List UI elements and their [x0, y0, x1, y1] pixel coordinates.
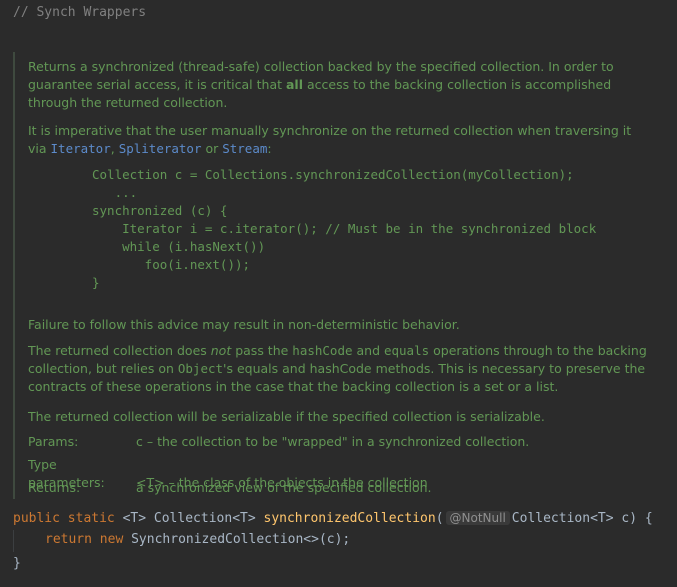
keyword-public: public: [13, 511, 60, 526]
code-line: ...: [92, 185, 138, 200]
code-line: Iterator i = c.iterator(); // Must be in…: [92, 221, 597, 236]
doc-tag-returns: Returns: a synchronized view of the speci…: [28, 479, 432, 497]
tag-value: c – the collection to be "wrapped" in a …: [136, 434, 530, 449]
code-line: synchronized (c) {: [92, 203, 228, 218]
code-line: foo(i.next());: [92, 257, 251, 272]
return-type-param: <T>: [232, 511, 256, 526]
doc-text: The returned collection does: [28, 343, 211, 358]
open-paren: (: [435, 511, 444, 526]
doc-paragraph-3: Failure to follow this advice may result…: [28, 317, 460, 332]
section-comment: // Synch Wrappers: [13, 5, 147, 20]
doc-paragraph-2: It is imperative that the user manually …: [28, 122, 648, 158]
doc-code-example: Collection c = Collections.synchronizedC…: [92, 166, 596, 292]
tag-value: a synchronized view of the specified col…: [136, 480, 432, 495]
method-name[interactable]: synchronizedCollection: [264, 511, 436, 526]
return-type[interactable]: Collection: [154, 511, 232, 526]
method-signature[interactable]: public static <T> Collection<T> synchron…: [13, 507, 653, 530]
doc-bold-all: all: [285, 77, 303, 92]
keyword-static: static: [67, 511, 115, 526]
code-line: Collection c = Collections.synchronizedC…: [92, 167, 574, 182]
doc-text: and: [352, 343, 384, 358]
doc-paragraph-4: The returned collection does not pass th…: [28, 342, 648, 396]
tag-label: Returns:: [28, 480, 81, 495]
type-parameter: <T>: [122, 511, 147, 526]
code-line: }: [92, 275, 100, 290]
doc-text: :: [267, 141, 272, 156]
keyword-return: return: [45, 532, 92, 547]
link-iterator[interactable]: Iterator: [51, 141, 111, 156]
link-spliterator[interactable]: Spliterator: [119, 141, 202, 156]
param-name: c) {: [613, 511, 653, 526]
doc-italic-not: not: [210, 343, 232, 358]
constructor-expression: SynchronizedCollection<>(c);: [131, 532, 351, 547]
doc-code-object: Object: [177, 361, 224, 376]
link-stream[interactable]: Stream: [222, 141, 267, 156]
return-statement[interactable]: return new SynchronizedCollection<>(c);: [45, 532, 350, 547]
code-line: while (i.hasNext()): [92, 239, 266, 254]
tag-label: Params:: [28, 434, 79, 449]
doc-tag-params: Params: c – the collection to be "wrapped…: [28, 433, 529, 451]
javadoc-rendered: Returns a synchronized (thread-safe) col…: [13, 52, 663, 499]
notnull-annotation-hint: @NotNull: [445, 511, 510, 525]
doc-text: ,: [110, 141, 119, 156]
keyword-new: new: [99, 532, 124, 547]
param-type[interactable]: Collection: [512, 511, 590, 526]
doc-code-equals: equals: [383, 343, 430, 358]
param-type-param: <T>: [590, 511, 614, 526]
doc-text: pass the: [231, 343, 293, 358]
doc-text: or: [201, 141, 223, 156]
indent-guide: [13, 530, 14, 552]
doc-paragraph-1: Returns a synchronized (thread-safe) col…: [28, 58, 643, 112]
doc-paragraph-5: The returned collection will be serializ…: [28, 409, 545, 424]
closing-brace: }: [13, 556, 21, 571]
doc-code-hashcode: hashCode: [292, 343, 353, 358]
